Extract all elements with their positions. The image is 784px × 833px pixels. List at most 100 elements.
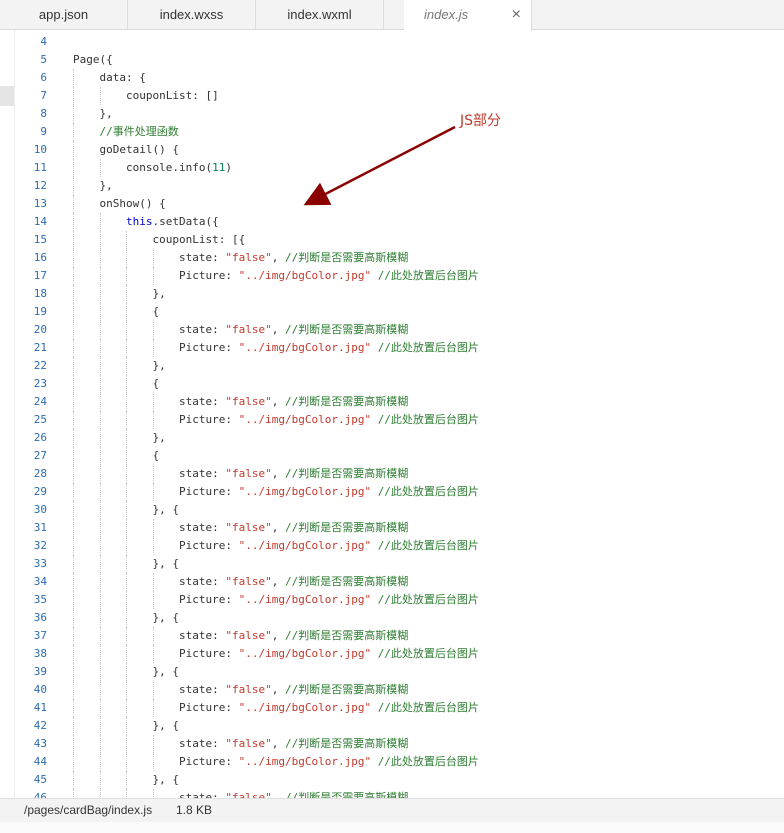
code-text: }, [100, 105, 113, 123]
indent-guide [126, 555, 128, 573]
code-line[interactable]: 25 Picture: "../img/bgColor.jpg" //此处放置后台… [0, 411, 784, 429]
code-line[interactable]: 24 state: "false", //判断是否需要高斯模糊 [0, 393, 784, 411]
code-line[interactable]: 17 Picture: "../img/bgColor.jpg" //此处放置后台… [0, 267, 784, 285]
indent-guide [73, 627, 75, 645]
code-line[interactable]: 8}, [0, 105, 784, 123]
code-token: { [152, 377, 160, 390]
code-line[interactable]: 27 { [0, 447, 784, 465]
code-line[interactable]: 5 Page({ [0, 51, 784, 69]
code-line[interactable]: 43 state: "false", //判断是否需要高斯模糊 [0, 735, 784, 753]
code-text: Picture: "../img/bgColor.jpg" //此处放置后台图片 [179, 753, 479, 771]
indent-guide [152, 735, 155, 753]
code-token: state: [179, 251, 226, 264]
code-line[interactable]: 46 state: "false", //判断是否需要高斯模糊 [0, 789, 784, 798]
code-line[interactable]: 30}, { [0, 501, 784, 519]
code-text: Page({ [73, 51, 113, 69]
indent-guide [99, 429, 102, 447]
code-token: //判断是否需要高斯模糊 [284, 575, 409, 588]
indent-guide [99, 519, 102, 537]
code-line[interactable]: 33}, { [0, 555, 784, 573]
indent-guide [152, 321, 155, 339]
code-text: }, { [153, 501, 180, 519]
line-number: 32 [33, 539, 47, 552]
tab-index-wxml[interactable]: index.wxml [256, 0, 384, 30]
code-line[interactable]: 41 Picture: "../img/bgColor.jpg" //此处放置后台… [0, 699, 784, 717]
code-line[interactable]: 31 state: "false", //判断是否需要高斯模糊 [0, 519, 784, 537]
code-line[interactable]: 15 couponList: [{ [0, 231, 784, 249]
code-token: "../img/bgColor.jpg" [238, 269, 372, 282]
annotation-label: JS部分 [460, 113, 502, 129]
code-line[interactable]: 11 console.info(11) [0, 159, 784, 177]
indent-guide [99, 771, 102, 789]
code-line[interactable]: 14 this.setData({ [0, 213, 784, 231]
code-line[interactable]: 29 Picture: "../img/bgColor.jpg" //此处放置后台… [0, 483, 784, 501]
code-line[interactable]: 18}, [0, 285, 784, 303]
code-line[interactable]: 21 Picture: "../img/bgColor.jpg" //此处放置后台… [0, 339, 784, 357]
code-line[interactable]: 38 Picture: "../img/bgColor.jpg" //此处放置后台… [0, 645, 784, 663]
line-number: 6 [40, 71, 47, 84]
code-line[interactable]: 37 state: "false", //判断是否需要高斯模糊 [0, 627, 784, 645]
code-line[interactable]: 13 onShow() { [0, 195, 784, 213]
code-line[interactable]: 36}, { [0, 609, 784, 627]
indent-guide [126, 699, 128, 717]
tab-index-wxss[interactable]: index.wxss [128, 0, 256, 30]
indent-guide [73, 753, 75, 771]
indent-guide [73, 213, 75, 231]
indent-guide [152, 699, 155, 717]
line-number: 22 [33, 359, 47, 372]
indent-guide [73, 573, 75, 591]
code-line[interactable]: 6 data: { [0, 69, 784, 87]
code-line[interactable]: 34 state: "false", //判断是否需要高斯模糊 [0, 573, 784, 591]
code-line[interactable]: 10 goDetail() { [0, 141, 784, 159]
code-token: //判断是否需要高斯模糊 [284, 323, 409, 336]
code-line[interactable]: 28 state: "false", //判断是否需要高斯模糊 [0, 465, 784, 483]
code-token: }, [152, 287, 166, 300]
code-line[interactable]: 4 [0, 33, 784, 51]
line-number: 41 [33, 701, 47, 714]
code-line[interactable]: 16 state: "false", //判断是否需要高斯模糊 [0, 249, 784, 267]
indent-guide [73, 375, 75, 393]
code-token: Picture: [179, 647, 239, 660]
code-line[interactable]: 7 couponList: [] [0, 87, 784, 105]
code-line[interactable]: 35 Picture: "../img/bgColor.jpg" //此处放置后台… [0, 591, 784, 609]
close-icon[interactable]: × [512, 0, 521, 30]
code-editor[interactable]: 4 5 Page({6 data: {7 couponList: [] 8}, 9//事件处… [0, 30, 784, 798]
code-line[interactable]: 9 //事件处理函数 [0, 123, 784, 141]
code-line[interactable]: 19 { [0, 303, 784, 321]
line-number: 31 [33, 521, 47, 534]
code-token: //判断是否需要高斯模糊 [284, 395, 409, 408]
code-line[interactable]: 20 state: "false", //判断是否需要高斯模糊 [0, 321, 784, 339]
code-text: { [153, 375, 160, 393]
line-number: 28 [33, 467, 47, 480]
code-token: "../img/bgColor.jpg" [238, 701, 372, 714]
code-token: console.info( [126, 161, 213, 174]
code-line[interactable]: 12}, [0, 177, 784, 195]
code-token: "../img/bgColor.jpg" [238, 413, 372, 426]
tab-index-js[interactable]: index.js × [404, 0, 532, 31]
code-line[interactable]: 44 Picture: "../img/bgColor.jpg" //此处放置后台… [0, 753, 784, 771]
code-line[interactable]: 42}, { [0, 717, 784, 735]
code-text: }, [100, 177, 113, 195]
indent-guide [126, 573, 128, 591]
code-line[interactable]: 26}, [0, 429, 784, 447]
tab-app-json[interactable]: app.json [0, 0, 128, 30]
code-line[interactable]: 39}, { [0, 663, 784, 681]
code-line[interactable]: 40 state: "false", //判断是否需要高斯模糊 [0, 681, 784, 699]
code-line[interactable]: 32 Picture: "../img/bgColor.jpg" //此处放置后台… [0, 537, 784, 555]
code-line[interactable]: 23 { [0, 375, 784, 393]
code-text: Picture: "../img/bgColor.jpg" //此处放置后台图片 [179, 411, 479, 429]
code-token: }, { [152, 665, 180, 678]
indent-guide [152, 519, 155, 537]
code-token: .setData({ [152, 215, 219, 228]
code-token: //判断是否需要高斯模糊 [284, 737, 409, 750]
indent-guide [99, 789, 102, 798]
code-token: //此处放置后台图片 [377, 341, 479, 354]
code-token: , [271, 251, 285, 264]
code-line[interactable]: 22}, [0, 357, 784, 375]
code-line[interactable]: 45}, { [0, 771, 784, 789]
line-number: 15 [33, 233, 47, 246]
indent-guide [126, 501, 128, 519]
indent-guide [152, 681, 155, 699]
